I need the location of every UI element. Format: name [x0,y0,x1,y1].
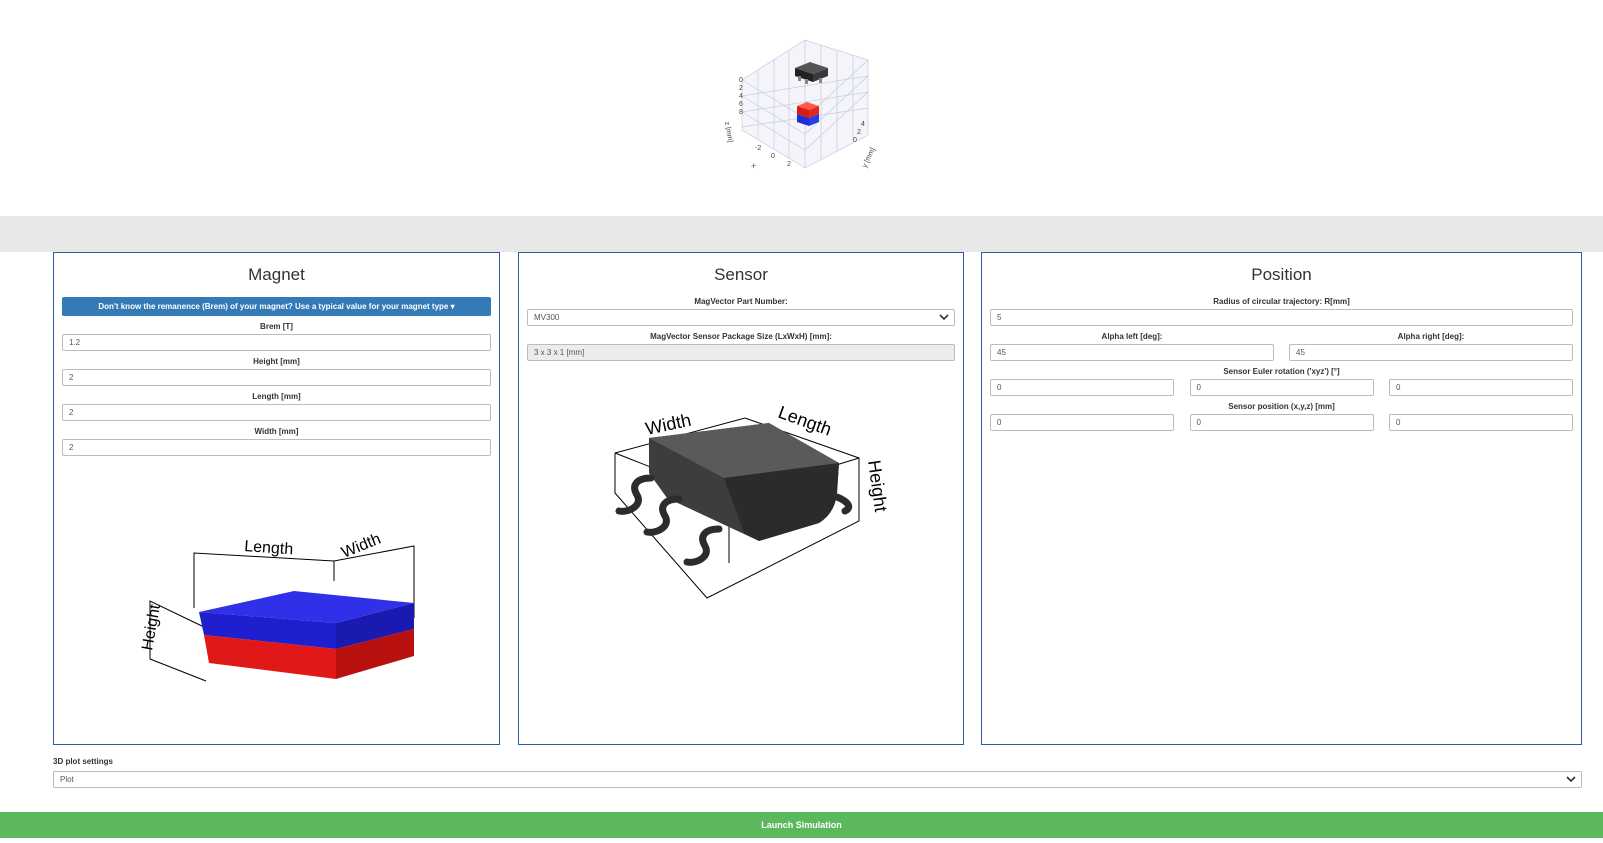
length-input[interactable]: 2 [62,404,491,421]
plot-zlabel: z [mm] [725,121,734,143]
plot-xlabel: x [750,162,758,170]
sensor-pos-z-input[interactable]: 0 [1389,414,1573,431]
sensor-panel: Sensor MagVector Part Number: MV300 MagV… [518,252,964,745]
svg-text:4: 4 [861,121,865,128]
magnet-panel: Magnet Don't know the remanence (Brem) o… [53,252,500,745]
alpha-left-label: Alpha left [deg]: [1101,332,1163,341]
svg-text:2: 2 [787,161,791,168]
alpha-right-input[interactable]: 45 [1289,344,1573,361]
sensor-title: Sensor [714,265,768,284]
plot-settings-select[interactable]: Plot [53,771,1582,788]
height-input[interactable]: 2 [62,369,491,386]
section-divider-band [0,216,1603,252]
part-number-label: MagVector Part Number: [694,297,788,306]
brem-input[interactable]: 1.2 [62,334,491,351]
height-label: Height [mm] [253,357,300,366]
3d-plot-preview: z [mm] y [mm] x 024 68 024 -2 0 2 [723,30,905,180]
svg-text:0: 0 [853,137,857,144]
svg-text:2: 2 [739,85,743,92]
chevron-down-icon[interactable] [939,313,949,321]
svg-text:8: 8 [739,109,743,116]
euler-x-input[interactable]: 0 [990,379,1174,396]
svg-text:4: 4 [739,93,743,100]
sensor-pos-x-input[interactable]: 0 [990,414,1174,431]
chevron-down-icon[interactable] [1566,775,1576,783]
package-size-label: MagVector Sensor Package Size (LxWxH) [m… [650,332,832,341]
euler-rotation-label: Sensor Euler rotation ('xyz') [°] [1223,367,1340,376]
length-label: Length [mm] [252,392,301,401]
width-input[interactable]: 2 [62,439,491,456]
brem-label: Brem [T] [260,322,293,331]
launch-simulation-button[interactable]: Launch Simulation [0,812,1603,838]
alpha-left-input[interactable]: 45 [990,344,1274,361]
svg-text:2: 2 [857,129,861,136]
magnet-height-label: Height [139,603,164,652]
sensor-dimension-diagram: Width Length Height [614,403,891,599]
part-number-select[interactable]: MV300 [527,309,955,326]
position-panel: Position Radius of circular trajectory: … [981,252,1582,745]
magnet-width-label: Width [339,531,383,562]
width-label: Width [mm] [254,427,299,436]
position-title: Position [1251,265,1312,284]
plot-ylabel: y [mm] [861,147,876,169]
remanence-help-button[interactable]: Don't know the remanence (Brem) of your … [62,297,491,316]
sensor-height-label: Height [864,459,891,513]
package-size-field: 3 x 3 x 1 [mm] [527,344,955,361]
alpha-right-label: Alpha right [deg]: [1397,332,1465,341]
magnet-title: Magnet [248,265,305,284]
svg-text:-2: -2 [755,145,761,152]
svg-text:0: 0 [739,77,743,84]
plot-settings-label: 3D plot settings [53,757,114,766]
magnet-dimension-diagram: Length Width Height [139,531,415,682]
sensor-pos-y-input[interactable]: 0 [1189,414,1374,431]
sensor-position-label: Sensor position (x,y,z) [mm] [1228,402,1335,411]
euler-y-input[interactable]: 0 [1189,379,1374,396]
svg-text:0: 0 [771,153,775,160]
radius-label: Radius of circular trajectory: R[mm] [1213,297,1350,306]
svg-text:6: 6 [739,101,743,108]
radius-input[interactable]: 5 [990,309,1573,326]
euler-z-input[interactable]: 0 [1389,379,1573,396]
magnet-length-label: Length [244,538,294,558]
magnet-cube-icon [797,102,819,126]
